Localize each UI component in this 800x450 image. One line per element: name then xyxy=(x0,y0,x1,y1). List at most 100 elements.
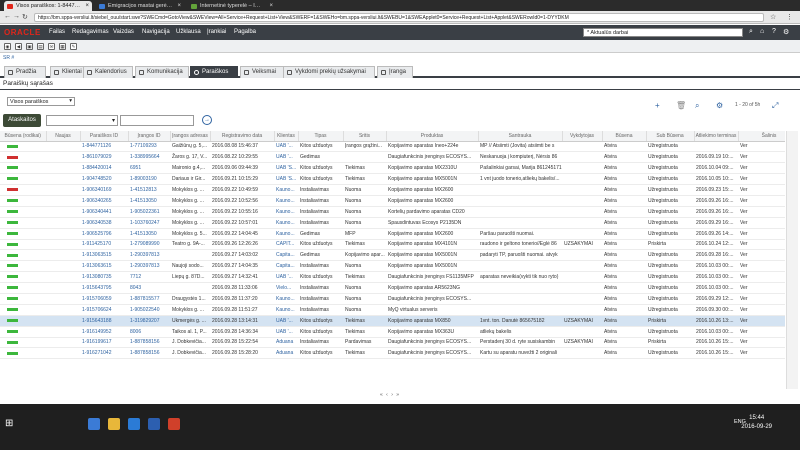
cell-id[interactable]: 1-884420014 xyxy=(80,162,128,175)
view-select[interactable]: Visos paraiškos ▾ xyxy=(7,97,75,106)
tab-0[interactable]: Pradžia xyxy=(4,66,46,78)
cell-id[interactable]: 1-915643795 xyxy=(80,282,128,294)
column-header[interactable]: Tipas xyxy=(298,131,344,142)
table-row[interactable]: 1-906525796 1-41513050 Mokyklos g. 5... 201… xyxy=(0,228,785,240)
windows-start-icon[interactable]: ⊞ xyxy=(5,418,17,430)
print-icon[interactable]: ▤ xyxy=(37,43,44,50)
cell-cl[interactable]: Vielo... xyxy=(274,282,298,294)
search-icon[interactable]: ⌕ xyxy=(749,28,753,36)
cell-id[interactable]: 1-911425170 xyxy=(80,239,128,251)
cell-eq[interactable]: 1-103760247 xyxy=(128,217,170,229)
cell-eq[interactable]: 8043 xyxy=(128,282,170,294)
cell-cl[interactable]: CAPIT... xyxy=(274,239,298,251)
table-row[interactable]: 1-916199617 1-887858156 J. Dobkevičia... 20… xyxy=(0,337,785,349)
cell-eq[interactable]: 1-89003190 xyxy=(128,173,170,186)
cell-id[interactable]: 1-915643188 xyxy=(80,315,128,327)
settings-icon[interactable]: ⚙ xyxy=(783,28,789,36)
cell-id[interactable]: 1-904748520 xyxy=(80,173,128,186)
cell-eq[interactable]: 6951 xyxy=(128,162,170,175)
query-field-select[interactable]: ▾ xyxy=(46,115,118,126)
cell-cl[interactable]: UAB '... xyxy=(274,271,298,284)
save-icon[interactable]: ▣ xyxy=(26,43,33,50)
cell-id[interactable]: 1-906340169 xyxy=(80,184,128,196)
cell-cl[interactable]: Kauno... xyxy=(274,217,298,229)
browser-tab-2[interactable]: Internetinė typerelė – I… × xyxy=(188,1,276,11)
table-row[interactable]: 1-906340169 1-41512813 Mokyklos g. ... 2016… xyxy=(0,184,785,196)
table-row[interactable]: 1-915706059 1-887815577 Draugystės 1... 201… xyxy=(0,293,785,305)
column-header[interactable]: Naujas xyxy=(46,131,81,142)
mail-icon[interactable]: ✉ xyxy=(48,43,55,50)
cell-id[interactable]: 1-906525796 xyxy=(80,228,128,240)
applet-settings-icon[interactable]: ⚙ xyxy=(716,101,723,110)
column-header[interactable]: Būsena (rodikai) xyxy=(0,131,47,142)
reload-icon[interactable]: ↻ xyxy=(22,13,28,21)
cell-cl[interactable]: Kauno... xyxy=(274,293,298,305)
cell-eq[interactable]: 1-77109293 xyxy=(128,141,170,153)
cell-eq[interactable]: 1-319829207 xyxy=(128,315,170,327)
cell-eq[interactable]: 1-290397813 xyxy=(128,249,170,262)
sitemap-icon[interactable]: ◉ xyxy=(4,43,11,50)
table-row[interactable]: 1-904748520 1-89003190 Dariaus ir Gir... 20… xyxy=(0,173,785,186)
close-icon[interactable]: × xyxy=(177,3,181,9)
cell-eq[interactable]: 8006 xyxy=(128,326,170,338)
close-icon[interactable]: × xyxy=(269,3,273,9)
tab-4[interactable]: Paraiškos xyxy=(190,66,238,78)
menu-navigacija[interactable]: Navigacija xyxy=(142,29,170,35)
table-row[interactable]: 1-906340538 1-103760247 Mokyklos g. ... 201… xyxy=(0,217,785,229)
cell-cl[interactable]: UAB 'S... xyxy=(274,162,298,175)
column-header[interactable]: Klientas xyxy=(274,131,299,142)
table-row[interactable]: 1-906340265 1-41513050 Mokyklos g. ... 2016… xyxy=(0,195,785,207)
table-row[interactable]: 1-844771126 1-77109293 Gaižiūnų g. 5,... 20… xyxy=(0,141,785,153)
cell-cl[interactable]: Kauno... xyxy=(274,184,298,196)
table-row[interactable]: 1-861079029 1-338995664 Žaros g. 17, V... 2… xyxy=(0,151,785,164)
table-row[interactable]: 1-915643188 1-319829207 Ukmergės g. ... 201… xyxy=(0,315,785,327)
cell-cl[interactable]: Aduana xyxy=(274,347,298,360)
table-row[interactable]: 1-911425170 1-279089990 Teatro g. 9A-... 20… xyxy=(0,239,785,251)
cell-id[interactable]: 1-844771126 xyxy=(80,141,128,153)
chrome-icon[interactable] xyxy=(168,418,180,430)
query-icon[interactable]: ⌕ xyxy=(695,101,699,111)
calendar-icon[interactable]: ▦ xyxy=(59,43,66,50)
tab-7[interactable]: Įranga xyxy=(377,66,413,78)
close-icon[interactable]: × xyxy=(85,3,89,9)
cell-id[interactable]: 1-913063515 xyxy=(80,249,128,262)
cell-id[interactable]: 1-913063615 xyxy=(80,260,128,273)
explorer-icon[interactable] xyxy=(108,418,120,430)
back-icon[interactable]: ← xyxy=(4,13,11,20)
cell-eq[interactable]: 1-887858156 xyxy=(128,337,170,349)
cell-cl[interactable]: Kauno... xyxy=(274,195,298,207)
column-header[interactable]: Registravimo data xyxy=(210,131,275,142)
outlook-icon[interactable] xyxy=(128,418,140,430)
table-row[interactable]: 1-884420014 6951 Maironio g.4,... 2016.09.0… xyxy=(0,162,785,175)
cell-eq[interactable]: 7712 xyxy=(128,271,170,284)
cell-id[interactable]: 1-906340441 xyxy=(80,206,128,218)
cell-eq[interactable]: 1-290397813 xyxy=(128,260,170,273)
add-icon[interactable]: + xyxy=(655,101,660,110)
cell-eq[interactable]: 1-279089990 xyxy=(128,239,170,251)
cell-cl[interactable]: UAB '... xyxy=(274,151,298,164)
notes-icon[interactable]: ✎ xyxy=(70,43,77,50)
cell-id[interactable]: 1-906340265 xyxy=(80,195,128,207)
url-field[interactable]: https://bm.sppa-versliui.lt/siebel_ouu/s… xyxy=(34,13,764,22)
chrome-menu-icon[interactable]: ⋮ xyxy=(786,13,793,21)
menu-vaizdas[interactable]: Vaizdas xyxy=(113,29,134,35)
column-header[interactable]: Įrangos ID xyxy=(128,131,171,142)
expand-icon[interactable]: ⤢ xyxy=(772,101,778,111)
cell-cl[interactable]: UAB 'S... xyxy=(274,173,298,186)
cell-cl[interactable]: Kauno... xyxy=(274,206,298,218)
cell-id[interactable]: 1-915706624 xyxy=(80,304,128,316)
column-header[interactable]: Produktas xyxy=(386,131,479,142)
history-icon[interactable]: ◀ xyxy=(15,43,22,50)
menu-failas[interactable]: Failas xyxy=(49,29,65,35)
home-icon[interactable]: ⌂ xyxy=(760,28,764,35)
cell-id[interactable]: 1-916149952 xyxy=(80,326,128,338)
cell-cl[interactable]: UAB '... xyxy=(274,326,298,338)
query-value-input[interactable] xyxy=(120,115,194,126)
cell-id[interactable]: 1-916271042 xyxy=(80,347,128,360)
go-button[interactable]: → xyxy=(202,115,212,125)
table-row[interactable]: 1-913063615 1-290397813 Naujoji sodo... 201… xyxy=(0,260,785,273)
column-header[interactable]: Būsena xyxy=(602,131,647,142)
tab-2[interactable]: Kalendorius xyxy=(83,66,133,78)
tab-3[interactable]: Komunikacija xyxy=(135,66,189,78)
clock[interactable]: 15:44 2016-09-29 xyxy=(741,414,772,432)
